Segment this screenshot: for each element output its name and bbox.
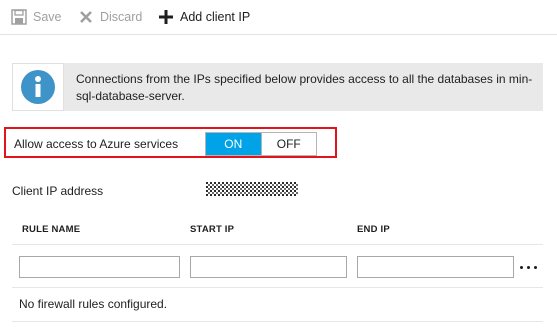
info-badge	[12, 63, 64, 111]
column-header-start-ip: START IP	[190, 224, 235, 235]
more-options-icon[interactable]	[519, 264, 539, 272]
toggle-on-option[interactable]: ON	[206, 133, 261, 155]
column-header-end-ip: END IP	[357, 224, 390, 235]
add-client-ip-button[interactable]: Add client IP	[158, 8, 250, 26]
client-ip-value-redacted	[206, 182, 298, 196]
close-icon	[80, 11, 92, 23]
plus-icon	[159, 10, 173, 24]
info-message: Connections from the IPs specified below…	[76, 72, 533, 103]
save-button[interactable]: Save	[11, 8, 62, 26]
azure-access-highlight: Allow access to Azure services ON OFF	[4, 127, 337, 158]
add-client-ip-label: Add client IP	[180, 10, 251, 24]
azure-access-label: Allow access to Azure services	[14, 137, 179, 151]
info-banner: Connections from the IPs specified below…	[12, 63, 543, 111]
save-label: Save	[33, 10, 62, 24]
empty-rules-message: No firewall rules configured.	[19, 297, 168, 311]
rule-name-input[interactable]	[19, 256, 180, 278]
table-row-divider	[12, 287, 543, 288]
azure-access-toggle[interactable]: ON OFF	[205, 132, 317, 156]
info-icon	[21, 70, 55, 104]
client-ip-label: Client IP address	[12, 184, 104, 198]
command-bar: Save Discard Add client IP	[0, 0, 557, 35]
start-ip-input[interactable]	[190, 256, 347, 278]
end-ip-input[interactable]	[357, 256, 514, 278]
table-bottom-divider	[12, 321, 543, 322]
discard-button[interactable]: Discard	[78, 8, 142, 26]
table-header-divider	[12, 244, 543, 245]
save-icon	[11, 9, 27, 25]
discard-label: Discard	[100, 10, 143, 24]
column-header-rule-name: RULE NAME	[22, 224, 81, 235]
toggle-off-option[interactable]: OFF	[260, 133, 316, 155]
